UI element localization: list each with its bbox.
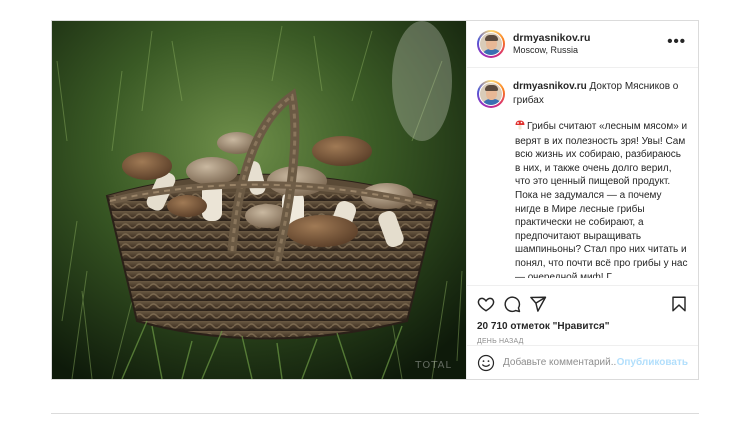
avatar-photo [479, 82, 503, 107]
more-options-button[interactable]: ••• [663, 33, 688, 56]
location-link[interactable]: Moscow, Russia [513, 45, 663, 56]
caption-avatar[interactable] [477, 80, 505, 109]
page-divider [51, 413, 699, 414]
caption-header: drmyasnikov.ru Доктор Мясников о грибах [477, 80, 688, 109]
mushroom-icon [515, 120, 525, 135]
post-timestamp[interactable]: День назад [477, 338, 688, 345]
action-icons [477, 293, 688, 315]
header-text: drmyasnikov.ru Moscow, Russia [513, 32, 663, 56]
emoji-icon[interactable] [477, 354, 495, 372]
avatar[interactable] [477, 30, 505, 59]
comment-icon[interactable] [503, 295, 521, 313]
post-sidebar: drmyasnikov.ru Moscow, Russia ••• drmyas… [466, 21, 698, 379]
more-horizontal-icon: ••• [667, 32, 686, 50]
post-card: TOTAL drmyasnikov.ru Moscow, Russia ••• [51, 20, 699, 380]
photo-watermark: TOTAL [415, 360, 452, 371]
comment-input[interactable] [503, 357, 617, 369]
caption-title: drmyasnikov.ru Доктор Мясников о грибах [513, 80, 688, 107]
heart-icon[interactable] [477, 295, 495, 313]
post-actions: 20 710 отметок "Нравится" День назад [467, 285, 698, 345]
paper-plane-icon[interactable] [529, 295, 547, 313]
add-comment-bar: Опубликовать [467, 345, 698, 379]
mushroom-basket-image [52, 21, 466, 379]
caption-area: drmyasnikov.ru Доктор Мясников о грибах … [467, 68, 698, 285]
avatar-photo [479, 32, 503, 57]
post-header: drmyasnikov.ru Moscow, Russia ••• [467, 21, 698, 69]
bookmark-icon[interactable] [670, 295, 688, 313]
caption-body: Грибы считают «лесным мясом» и верят в и… [515, 120, 688, 278]
username-link[interactable]: drmyasnikov.ru [513, 32, 663, 45]
caption-username-link[interactable]: drmyasnikov.ru [513, 81, 587, 92]
caption-text: Грибы считают «лесным мясом» и верят в и… [515, 121, 688, 279]
likes-count[interactable]: 20 710 отметок "Нравится" [477, 321, 688, 332]
publish-button[interactable]: Опубликовать [617, 357, 688, 368]
post-photo[interactable]: TOTAL [52, 21, 466, 379]
